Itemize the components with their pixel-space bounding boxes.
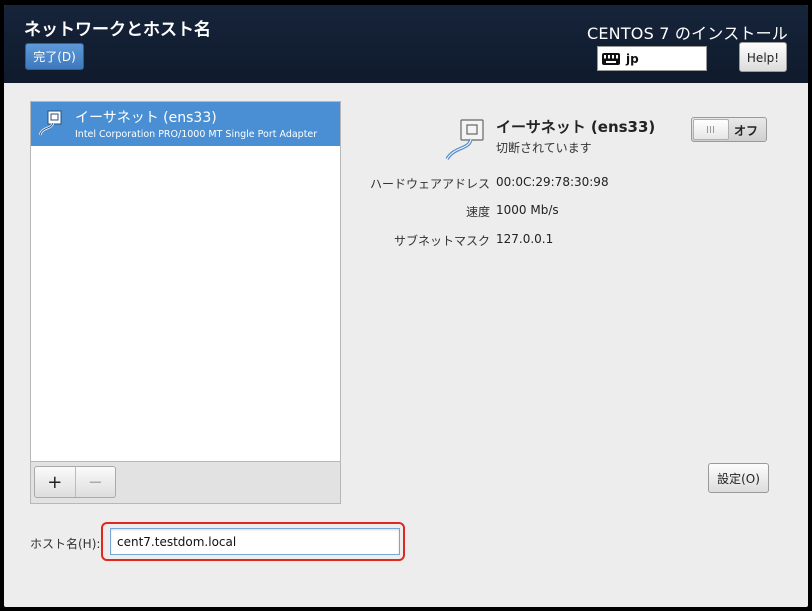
toggle-label: オフ <box>734 124 759 138</box>
installer-window: ネットワークとホスト名 完了(D) CENTOS 7 のインストール jp He… <box>4 5 808 607</box>
device-name: イーサネット (ens33) <box>75 110 217 126</box>
done-button[interactable]: 完了(D) <box>25 43 84 70</box>
hostname-label: ホスト名(H): <box>30 537 101 551</box>
device-list-toolbar: + − <box>31 461 340 503</box>
detail-device-name: イーサネット (ens33) <box>496 118 656 136</box>
device-list: イーサネット (ens33) Intel Corporation PRO/100… <box>30 101 341 504</box>
keyboard-icon <box>602 52 620 65</box>
grip-icon <box>707 126 715 133</box>
device-list-item-ens33[interactable]: イーサネット (ens33) Intel Corporation PRO/100… <box>31 102 340 146</box>
help-button[interactable]: Help! <box>739 42 787 72</box>
keyboard-layout-label: jp <box>626 51 639 66</box>
remove-device-button[interactable]: − <box>74 467 116 497</box>
toggle-knob <box>693 119 729 140</box>
connection-toggle[interactable]: オフ <box>691 117 767 142</box>
device-description: Intel Corporation PRO/1000 MT Single Por… <box>75 129 318 140</box>
keyboard-layout-indicator[interactable]: jp <box>597 46 707 71</box>
subnet-mask-label: サブネットマスク <box>393 234 490 248</box>
header-bar: ネットワークとホスト名 完了(D) CENTOS 7 のインストール jp He… <box>4 5 808 83</box>
device-add-remove-group: + − <box>34 466 116 498</box>
ethernet-cable-icon <box>38 110 62 136</box>
hardware-address-value: 00:0C:29:78:30:98 <box>496 175 609 189</box>
add-device-button[interactable]: + <box>35 467 75 497</box>
hostname-input[interactable] <box>110 528 400 555</box>
subnet-mask-value: 127.0.0.1 <box>496 232 554 246</box>
connection-status: 切断されています <box>496 141 592 155</box>
speed-value: 1000 Mb/s <box>496 203 559 217</box>
ethernet-cable-icon <box>445 119 484 161</box>
hardware-address-label: ハードウェアアドレス <box>369 177 490 191</box>
install-title: CENTOS 7 のインストール <box>586 24 788 43</box>
page-title: ネットワークとホスト名 <box>24 20 211 40</box>
settings-button[interactable]: 設定(O) <box>708 463 769 493</box>
speed-label: 速度 <box>465 205 490 219</box>
